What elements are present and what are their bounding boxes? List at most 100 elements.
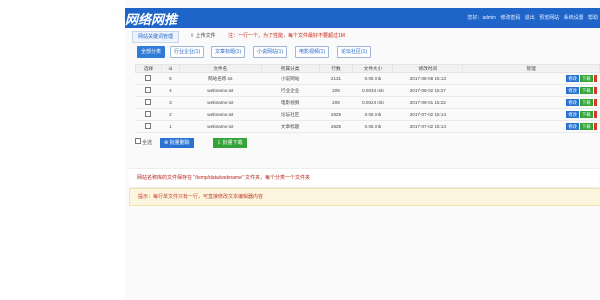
category-article[interactable]: 文章标题(1)	[211, 46, 246, 58]
row-size: 0.0034 mb	[352, 84, 393, 97]
preview-site-link[interactable]: 预览网站	[539, 15, 559, 21]
row-time: 2017-08-01 15:22	[392, 96, 463, 109]
col-manage: 管理	[462, 64, 600, 73]
app-frame: 网络网推 您好：admin 修改密码 退出 预览网站 系统设置 帮助 网站关键词…	[125, 0, 600, 300]
path-info-text: 网站名称库的文件保存在 "/temp/data/webname" 文件夹，每个分…	[137, 175, 311, 181]
download-button[interactable]: 下载	[579, 111, 593, 118]
file-table: 选择 id 文件名 所属分类 行数 文件大小 修改时间 管理 5 网站名称.tx…	[135, 64, 600, 133]
row-checkbox[interactable]	[145, 87, 152, 93]
col-category: 所属分类	[260, 64, 320, 73]
row-checkbox[interactable]	[145, 123, 152, 129]
download-button[interactable]: 下载	[579, 99, 593, 106]
row-category: 论坛社区	[261, 108, 320, 121]
row-filename: webname.txt	[179, 108, 262, 121]
upload-label: 上传文件	[195, 33, 216, 39]
delete-icon: ⊗	[164, 140, 169, 146]
select-all-checkbox[interactable]	[135, 138, 141, 144]
bulk-download-label: 批量下载	[222, 140, 243, 146]
row-lines: 2625	[319, 108, 353, 121]
delete-button[interactable]	[593, 123, 597, 130]
row-id: 3	[161, 96, 180, 109]
top-bar: 网络网推 您好：admin 修改密码 退出 预览网站 系统设置 帮助	[125, 8, 600, 28]
logout-link[interactable]: 退出	[525, 15, 535, 21]
change-password-link[interactable]: 修改密码	[500, 15, 520, 21]
row-category: 电影视频	[261, 96, 320, 109]
download-button[interactable]: 下载	[579, 123, 593, 130]
row-filename: webname.txt	[179, 84, 262, 97]
logo: 网络网推	[125, 12, 178, 27]
tab-site-names[interactable]: 网站关键词管理	[132, 31, 180, 43]
user-greeting: 您好：admin	[467, 15, 496, 21]
edit-button[interactable]: 修改	[566, 75, 579, 82]
row-size: 0.0024 mb	[352, 96, 393, 109]
row-checkbox[interactable]	[145, 99, 152, 105]
upload-link[interactable]: ⇧ 上传文件	[190, 32, 216, 39]
row-filename: webname.txt	[179, 96, 262, 109]
row-id: 5	[161, 72, 180, 85]
download-button[interactable]: 下载	[579, 87, 593, 94]
row-category: 文章标题	[261, 120, 320, 133]
col-filename: 文件名	[178, 64, 262, 73]
row-checkbox[interactable]	[145, 75, 152, 81]
bulk-delete-label: 批量删除	[169, 140, 190, 146]
top-nav: 您好：admin 修改密码 退出 预览网站 系统设置 帮助	[464, 14, 598, 21]
row-id: 1	[161, 120, 180, 133]
bulk-actions: 全选 ⊗ 批量删除 ⇩ 批量下载	[135, 138, 247, 148]
col-lines: 行数	[318, 64, 354, 73]
bulk-delete-button[interactable]: ⊗ 批量删除	[160, 138, 194, 148]
table-header: 选择 id 文件名 所属分类 行数 文件大小 修改时间 管理	[135, 64, 600, 73]
select-all-label: 全选	[142, 140, 153, 146]
table-row: 5 网站名称.txt 小说网站 2131 0.05 mb 2017-08-09 …	[135, 72, 600, 85]
table-row: 3 webname.txt 电影视频 209 0.0024 mb 2017-08…	[135, 96, 600, 109]
upload-icon: ⇧	[190, 33, 195, 39]
row-time: 2017-08-09 15:13	[392, 72, 463, 85]
sub-nav: 网站关键词管理 ⇧ 上传文件 注：一行一个，为了性能，每个文件最好不要超过1M	[130, 29, 600, 43]
path-info: 网站名称库的文件保存在 "/temp/data/webname" 文件夹，每个分…	[129, 168, 599, 188]
delete-button[interactable]	[593, 87, 597, 94]
row-filename: webname.txt	[179, 120, 262, 133]
row-size: 0.05 mb	[352, 72, 393, 85]
table-row: 4 webname.txt 行业企业 209 0.0034 mb 2017-08…	[135, 84, 600, 97]
row-lines: 2625	[319, 120, 353, 133]
download-icon: ⇩	[217, 140, 222, 146]
table-row: 1 webname.txt 文章标题 2625 0.05 mb 2017-07-…	[135, 120, 600, 133]
row-category: 小说网站	[261, 72, 320, 85]
help-link[interactable]: 帮助	[588, 15, 598, 21]
row-lines: 2131	[319, 72, 353, 85]
download-button[interactable]: 下载	[579, 75, 593, 82]
row-id: 4	[161, 84, 180, 97]
table-row: 2 webname.txt 论坛社区 2625 0.05 mb 2017-07-…	[135, 108, 600, 121]
category-industry[interactable]: 行业企业(1)	[170, 46, 205, 58]
col-id: id	[160, 64, 180, 73]
row-id: 2	[161, 108, 180, 121]
row-size: 0.05 mb	[352, 120, 393, 133]
settings-link[interactable]: 系统设置	[564, 15, 584, 21]
bulk-download-button[interactable]: ⇩ 批量下载	[213, 138, 247, 148]
edit-button[interactable]: 修改	[566, 87, 579, 94]
row-lines: 209	[319, 84, 353, 97]
category-movie[interactable]: 电影视频(1)	[295, 46, 330, 58]
row-size: 0.05 mb	[352, 108, 393, 121]
upload-notice: 注：一行一个，为了性能，每个文件最好不要超过1M	[228, 33, 345, 39]
delete-button[interactable]	[593, 75, 597, 82]
category-forum[interactable]: 论坛社区(1)	[337, 46, 372, 58]
category-all[interactable]: 全部分类	[137, 46, 166, 58]
tip-box: 提示：每行单文件只有一行，可直接修改文本编辑器内容	[129, 188, 600, 206]
edit-button[interactable]: 修改	[566, 111, 579, 118]
category-novel[interactable]: 小说网站(1)	[253, 46, 288, 58]
row-lines: 209	[319, 96, 353, 109]
row-time: 2017-08-02 15:27	[392, 84, 463, 97]
row-time: 2017-07-02 15:14	[392, 120, 463, 133]
tip-text: 提示：每行单文件只有一行，可直接修改文本编辑器内容	[138, 194, 264, 200]
delete-button[interactable]	[593, 111, 597, 118]
col-select: 选择	[135, 64, 162, 73]
row-checkbox[interactable]	[145, 111, 152, 117]
row-category: 行业企业	[261, 84, 320, 97]
delete-button[interactable]	[593, 99, 597, 106]
col-size: 文件大小	[352, 64, 394, 73]
col-modified: 修改时间	[392, 64, 464, 73]
edit-button[interactable]: 修改	[566, 99, 579, 106]
row-time: 2017-07-02 15:14	[392, 108, 463, 121]
row-filename: 网站名称.txt	[179, 72, 262, 85]
edit-button[interactable]: 修改	[566, 123, 579, 130]
